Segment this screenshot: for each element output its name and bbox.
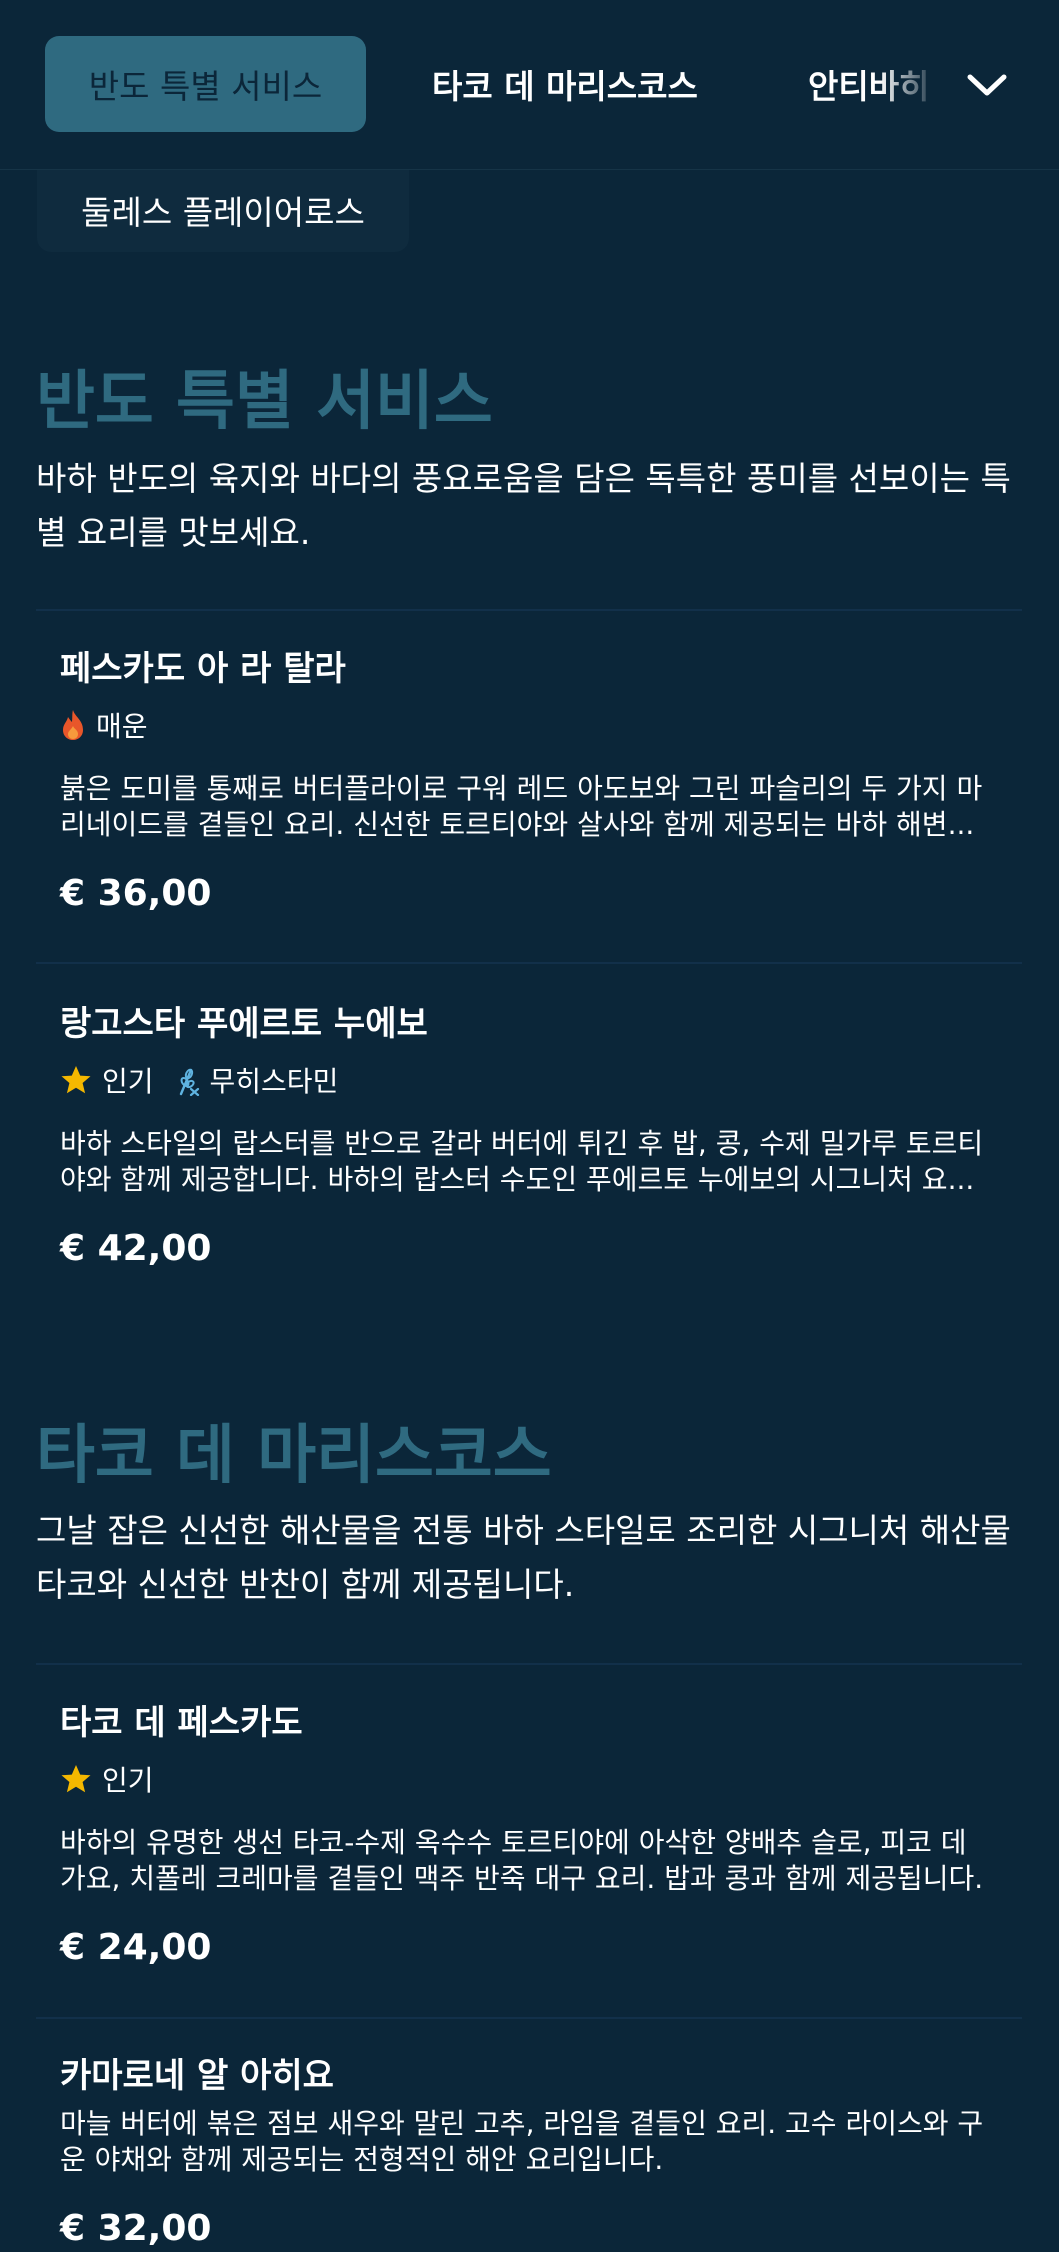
- fire-icon: [63, 710, 83, 740]
- item-tags: 인기: [60, 1759, 1000, 1799]
- tab-antojitos[interactable]: 안티바히: [808, 36, 938, 132]
- star-icon: [61, 1765, 91, 1793]
- item-tags: 매운: [60, 705, 1000, 745]
- menu-item[interactable]: 카마로네 알 아히요 마늘 버터에 볶은 점보 새우와 말린 고추, 라임을 곁…: [60, 2052, 1000, 2252]
- item-description: 붉은 도미를 통째로 버터플라이로 구워 레드 아도보와 그린 파슬리의 두 가…: [60, 772, 983, 841]
- tab-dulces-playeros[interactable]: 둘레스 플레이어로스: [37, 168, 409, 252]
- menu-item[interactable]: 랑고스타 푸에르토 누에보 인기 무히스타민 바하 스타일의 랍스터를 반으로 …: [60, 1000, 1000, 1272]
- chevron-down-icon[interactable]: [964, 62, 1010, 108]
- category-nav: 반도 특별 서비스 타코 데 마리스코스 안티바히: [0, 0, 1059, 170]
- tag-gluten-free: 무히스타민: [174, 1060, 339, 1100]
- item-price: € 36,00: [60, 873, 212, 914]
- menu-item[interactable]: 페스카도 아 라 탈라 매운 붉은 도미를 통째로 버터플라이로 구워 레드 아…: [60, 645, 1000, 917]
- divider: [36, 962, 1022, 964]
- tag-spicy: 매운: [60, 705, 148, 745]
- item-name: 카마로네 알 아히요: [60, 2056, 334, 2096]
- tab-tacos-de-mariscos[interactable]: 타코 데 마리스코스: [432, 36, 698, 132]
- tag-popular: 인기: [60, 1759, 154, 1799]
- tag-label: 인기: [102, 1764, 154, 1797]
- item-price: € 24,00: [60, 1927, 212, 1968]
- section-description: 그날 잡은 신선한 해산물을 전통 바하 스타일로 조리한 시그니처 해산물 타…: [36, 1511, 1011, 1604]
- tag-label: 매운: [96, 710, 148, 743]
- divider: [36, 2017, 1022, 2019]
- gluten-free-icon: [179, 1068, 199, 1096]
- menu-item[interactable]: 타코 데 페스카도 인기 바하의 유명한 생선 타코-수제 옥수수 토르티야에 …: [60, 1699, 1000, 1971]
- tag-label: 인기: [102, 1065, 154, 1098]
- item-tags: 인기 무히스타민: [60, 1060, 1000, 1100]
- section-title: 타코 데 마리스코스: [36, 1419, 552, 1493]
- item-price: € 32,00: [60, 2208, 212, 2249]
- star-icon: [61, 1066, 91, 1094]
- item-description: 바하의 유명한 생선 타코-수제 옥수수 토르티야에 아삭한 양배추 슬로, 피…: [60, 1826, 984, 1895]
- divider: [36, 609, 1022, 611]
- tag-popular: 인기: [60, 1060, 154, 1100]
- divider: [36, 1663, 1022, 1665]
- item-name: 페스카도 아 라 탈라: [60, 649, 346, 689]
- item-name: 랑고스타 푸에르토 누에보: [60, 1004, 428, 1044]
- item-price: € 42,00: [60, 1228, 212, 1269]
- item-name: 타코 데 페스카도: [60, 1703, 303, 1743]
- section-description: 바하 반도의 육지와 바다의 풍요로움을 담은 독특한 풍미를 선보이는 특별 …: [36, 459, 1011, 552]
- section-title: 반도 특별 서비스: [36, 365, 493, 439]
- tag-label: 무히스타민: [209, 1065, 339, 1098]
- item-description: 마늘 버터에 볶은 점보 새우와 말린 고추, 라임을 곁들인 요리. 고수 라…: [60, 2107, 984, 2176]
- item-description: 바하 스타일의 랍스터를 반으로 갈라 버터에 튀긴 후 밥, 콩, 수제 밀가…: [60, 1127, 984, 1196]
- tab-peninsula-specials[interactable]: 반도 특별 서비스: [45, 36, 366, 132]
